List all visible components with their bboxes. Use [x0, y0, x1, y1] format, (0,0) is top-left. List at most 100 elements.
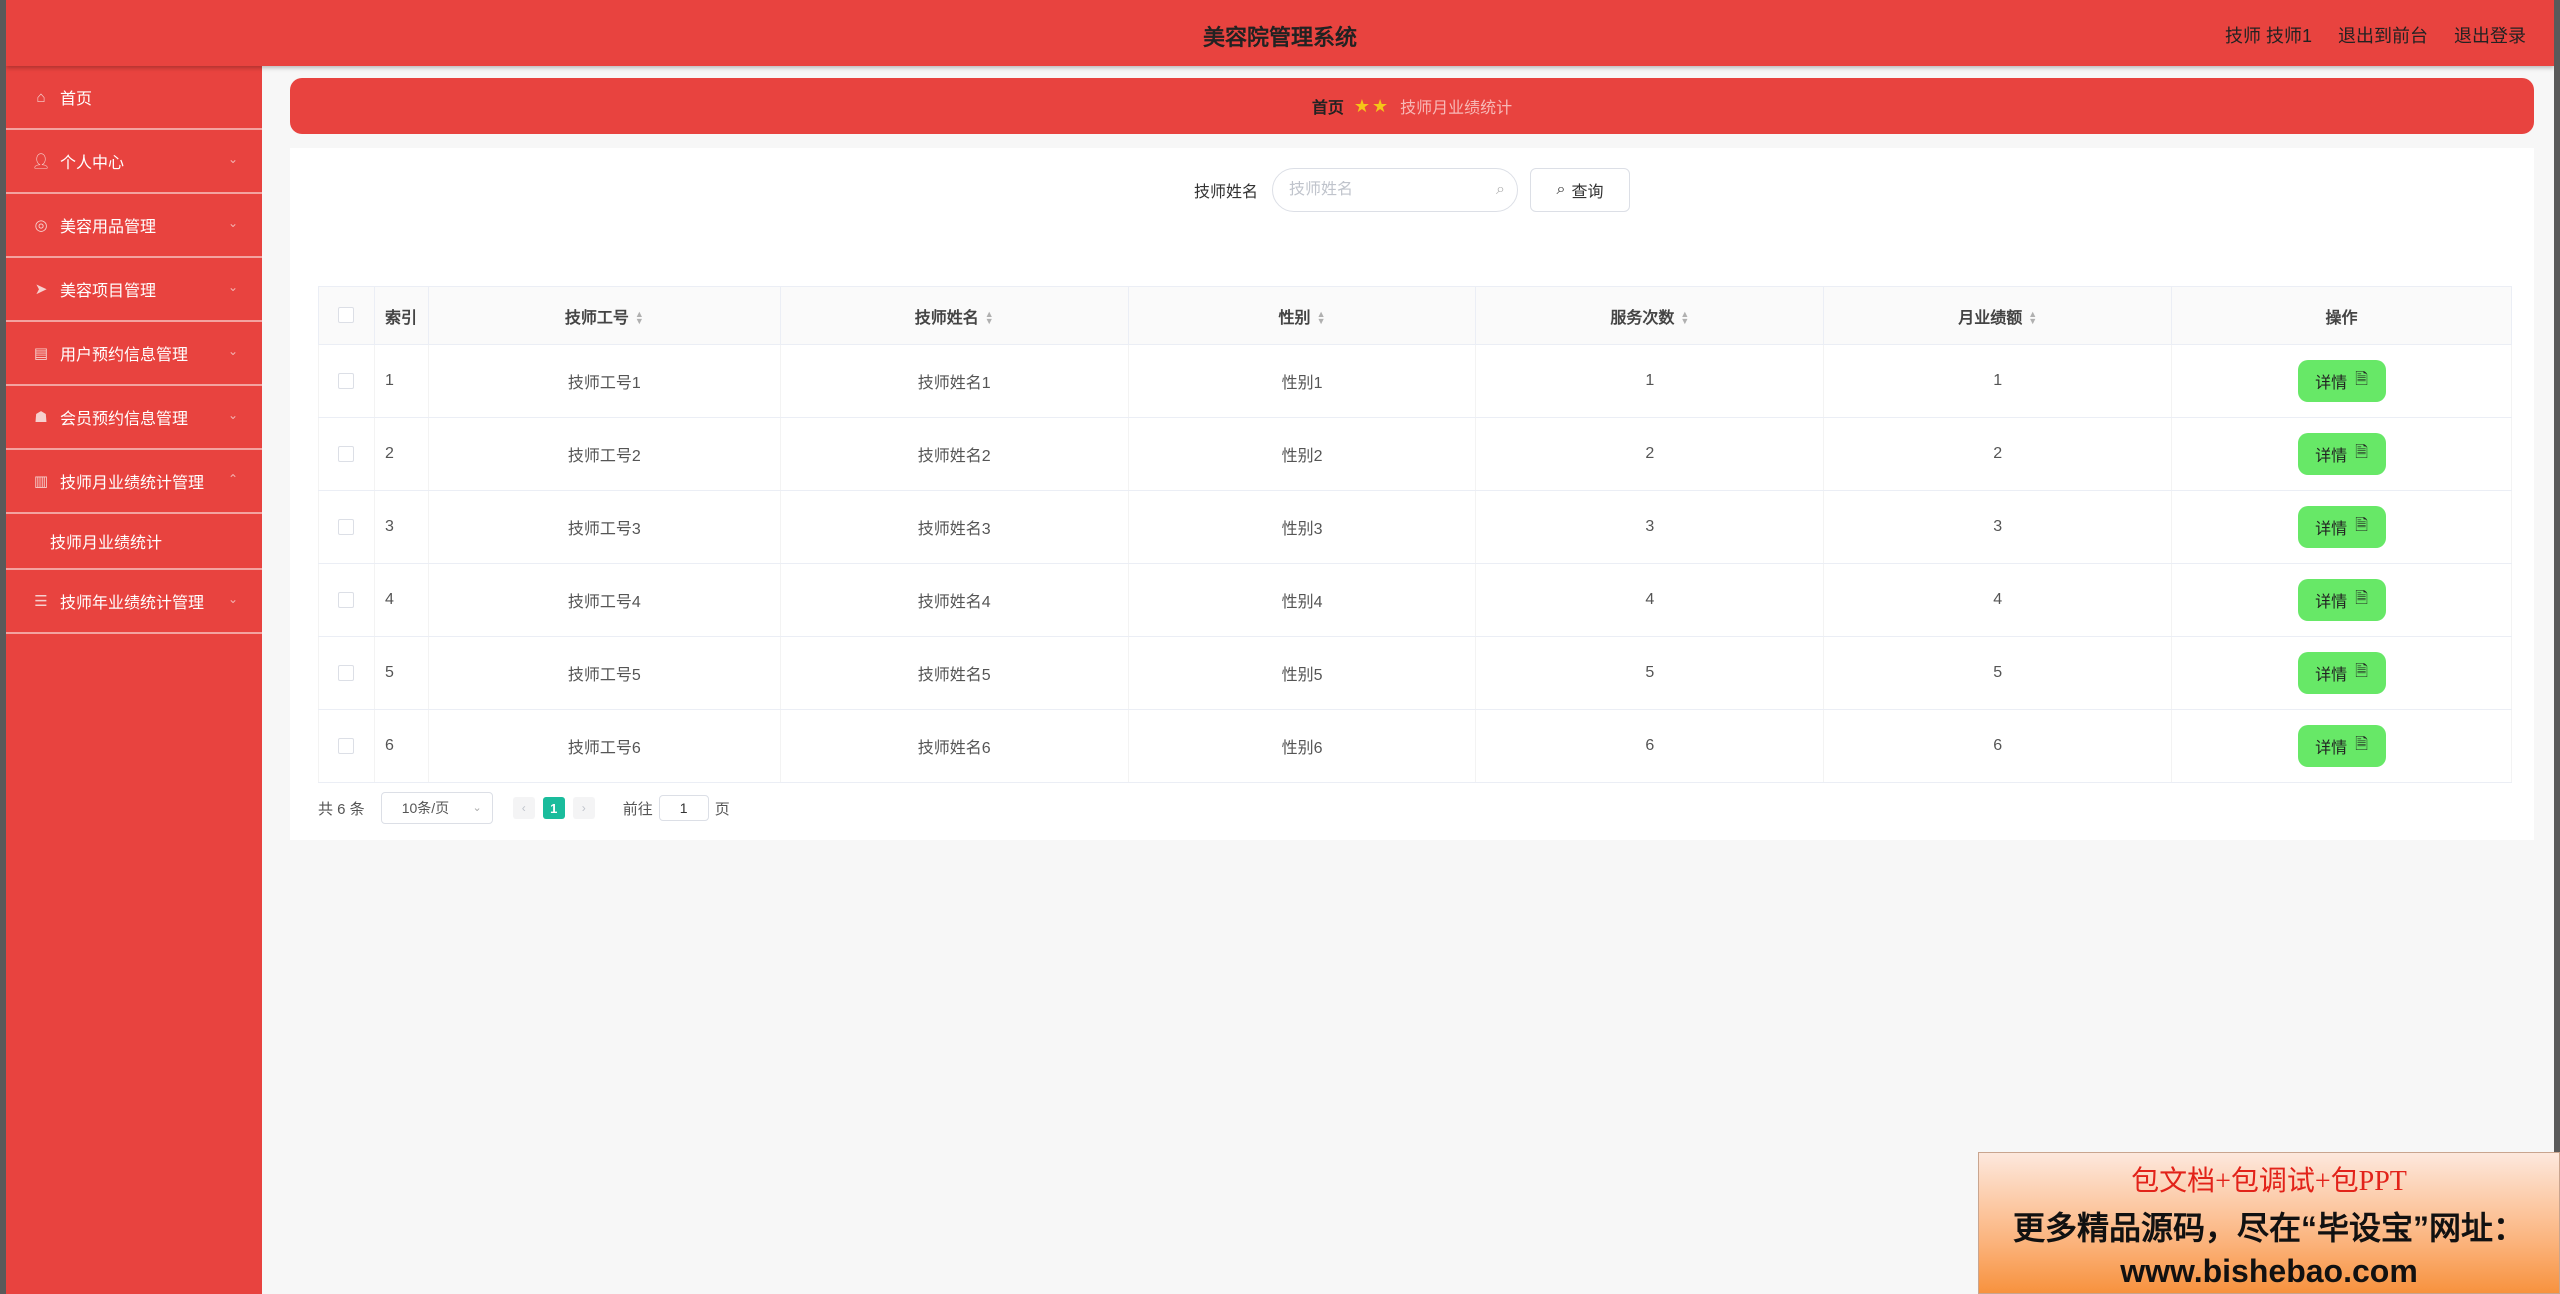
- cell-service-count: 3: [1475, 490, 1825, 564]
- detail-button[interactable]: 详情 🗎︎: [2297, 579, 2386, 621]
- detail-button[interactable]: 详情 🗎︎: [2297, 433, 2386, 475]
- goto-prefix: 前往: [622, 800, 653, 818]
- sidebar-item-label: 美容项目管理: [60, 283, 157, 300]
- column-header-tech-id[interactable]: 技师工号 ▲ ▼: [427, 286, 781, 345]
- sidebar-item-label: 技师年业绩统计管理: [60, 595, 205, 612]
- sort-icon[interactable]: ▲ ▼: [1317, 310, 1326, 326]
- cell-gender: 性别6: [1127, 709, 1477, 783]
- cell-gender: 性别1: [1127, 344, 1477, 418]
- column-header-monthly-amount[interactable]: 月业绩额 ▲ ▼: [1823, 286, 2173, 345]
- page-size-select[interactable]: 10条/页 ⌄: [380, 792, 493, 824]
- row-checkbox[interactable]: [338, 737, 355, 754]
- table-header-row: 索引 技师工号 ▲ ▼ 技师姓名 ▲ ▼ 性别 ▲ ▼ 服务次数 ▲ ▼ 月业绩额 ▲ ▼ 操作: [318, 286, 2512, 345]
- chevron-down-icon: ⌄: [227, 344, 238, 358]
- cell-monthly-amount: 1: [1823, 344, 2173, 418]
- query-button[interactable]: ⌕ 查询: [1530, 168, 1630, 212]
- column-header-actions: 操作: [2171, 286, 2512, 345]
- sidebar-item-home[interactable]: ⌂ 首页: [6, 66, 262, 130]
- sidebar-item-member-appointments[interactable]: ☗ 会员预约信息管理 ⌄: [6, 386, 262, 450]
- column-header-label: 月业绩额: [1958, 309, 2023, 327]
- sidebar-item-monthly-stats[interactable]: ▥ 技师月业绩统计管理 ⌃: [6, 450, 262, 514]
- table-row: 3 技师工号3 技师姓名3 性别3 3 3 详情 🗎︎: [318, 490, 2512, 564]
- detail-button[interactable]: 详情 🗎︎: [2297, 360, 2386, 402]
- detail-button-label: 详情: [2315, 594, 2348, 611]
- cell-tech-id: 技师工号6: [427, 709, 781, 783]
- detail-button[interactable]: 详情 🗎︎: [2297, 652, 2386, 694]
- back-to-frontend-link[interactable]: 退出到前台: [2338, 22, 2428, 48]
- detail-button[interactable]: 详情 🗎︎: [2297, 506, 2386, 548]
- chevron-down-icon: ⌄: [472, 802, 482, 814]
- cell-index: 6: [373, 709, 429, 783]
- select-all-checkbox[interactable]: [338, 307, 355, 324]
- current-user-link[interactable]: 技师 技师1: [2225, 22, 2312, 48]
- app-title: 美容院管理系统: [1202, 25, 1357, 50]
- row-checkbox[interactable]: [338, 372, 355, 389]
- next-page-button[interactable]: ›: [572, 797, 595, 819]
- row-checkbox[interactable]: [338, 445, 355, 462]
- document-icon: 🗎︎: [2355, 516, 2368, 534]
- detail-button-label: 详情: [2315, 740, 2348, 757]
- data-table: 索引 技师工号 ▲ ▼ 技师姓名 ▲ ▼ 性别 ▲ ▼ 服务次数 ▲ ▼ 月业绩额 ▲ ▼ 操作 1…: [318, 286, 2512, 783]
- sort-icon[interactable]: ▲ ▼: [2028, 310, 2037, 326]
- page-number-button[interactable]: 1: [542, 797, 565, 819]
- document-icon: 🗎︎: [2355, 370, 2368, 388]
- sort-icon[interactable]: ▲ ▼: [985, 310, 994, 326]
- sidebar-item-label: 技师月业绩统计管理: [60, 475, 205, 492]
- detail-button[interactable]: 详情 🗎︎: [2297, 725, 2386, 767]
- sidebar-subitem-monthly-stats[interactable]: 技师月业绩统计: [6, 514, 262, 570]
- logout-link[interactable]: 退出登录: [2454, 22, 2526, 48]
- table-row: 1 技师工号1 技师姓名1 性别1 1 1 详情 🗎︎: [318, 344, 2512, 418]
- chevron-down-icon: ⌄: [227, 280, 238, 294]
- sidebar-item-user-appointments[interactable]: ▤ 用户预约信息管理 ⌄: [6, 322, 262, 386]
- prev-page-button[interactable]: ‹: [512, 797, 535, 819]
- cell-monthly-amount: 4: [1823, 563, 2173, 637]
- sidebar-item-beauty-supplies[interactable]: ◎ 美容用品管理 ⌄: [6, 194, 262, 258]
- goto-page-input[interactable]: [658, 795, 709, 821]
- cell-gender: 性别5: [1127, 636, 1477, 710]
- document-icon: 🗎︎: [2355, 443, 2368, 461]
- cell-gender: 性别3: [1127, 490, 1477, 564]
- cell-service-count: 5: [1475, 636, 1825, 710]
- chevron-right-icon: ›: [581, 801, 586, 815]
- pagination: 共 6 条 10条/页 ⌄ ‹ 1 › 前往 页: [318, 792, 730, 824]
- breadcrumb-home[interactable]: 首页: [1312, 94, 1344, 118]
- row-checkbox[interactable]: [338, 591, 355, 608]
- document-icon: 🗎︎: [2355, 662, 2368, 680]
- search-input[interactable]: [1289, 181, 1479, 199]
- column-header-index: 索引: [373, 286, 429, 345]
- sidebar-item-yearly-stats[interactable]: ☰ 技师年业绩统计管理 ⌄: [6, 570, 262, 634]
- cell-tech-id: 技师工号2: [427, 417, 781, 491]
- cell-tech-id: 技师工号1: [427, 344, 781, 418]
- sort-icon[interactable]: ▲ ▼: [635, 310, 644, 326]
- column-header-service-count[interactable]: 服务次数 ▲ ▼: [1475, 286, 1825, 345]
- detail-button-label: 详情: [2315, 448, 2348, 465]
- cell-monthly-amount: 2: [1823, 417, 2173, 491]
- sort-icon[interactable]: ▲ ▼: [1680, 310, 1689, 326]
- cell-index: 3: [373, 490, 429, 564]
- detail-button-label: 详情: [2315, 375, 2348, 392]
- sidebar-item-beauty-projects[interactable]: ➤ 美容项目管理 ⌄: [6, 258, 262, 322]
- goto-suffix: 页: [714, 800, 730, 818]
- column-header-label: 技师工号: [564, 309, 629, 327]
- promo-watermark: 包文档+包调试+包PPT 更多精品源码，尽在“毕设宝”网址： www.bishe…: [1978, 1152, 2560, 1294]
- row-checkbox[interactable]: [338, 664, 355, 681]
- column-header-label: 技师姓名: [914, 309, 979, 327]
- cell-tech-name: 技师姓名6: [779, 709, 1129, 783]
- search-field[interactable]: ⌕: [1272, 168, 1518, 212]
- table-row: 5 技师工号5 技师姓名5 性别5 5 5 详情 🗎︎: [318, 636, 2512, 710]
- row-checkbox[interactable]: [338, 518, 355, 535]
- sidebar-item-personal-center[interactable]: 👤︎ 个人中心 ⌄: [6, 130, 262, 194]
- column-header-tech-name[interactable]: 技师姓名 ▲ ▼: [779, 286, 1129, 345]
- top-header: 美容院管理系统 技师 技师1 退出到前台 退出登录: [6, 0, 2554, 66]
- home-icon: ⌂: [36, 88, 46, 106]
- chevron-down-icon: ⌄: [227, 592, 238, 606]
- app-frame: 美容院管理系统 技师 技师1 退出到前台 退出登录 ⌂ 首页 👤︎ 个人中心 ⌄…: [6, 0, 2554, 1294]
- promo-line-1: 包文档+包调试+包PPT: [2131, 1166, 2407, 1197]
- search-bar: 技师姓名 ⌕ ⌕ 查询: [290, 168, 2534, 212]
- cell-index: 1: [373, 344, 429, 418]
- list-icon: ☰: [34, 593, 48, 610]
- cell-tech-name: 技师姓名5: [779, 636, 1129, 710]
- column-header-gender[interactable]: 性别 ▲ ▼: [1127, 286, 1477, 345]
- cell-tech-id: 技师工号5: [427, 636, 781, 710]
- cell-index: 2: [373, 417, 429, 491]
